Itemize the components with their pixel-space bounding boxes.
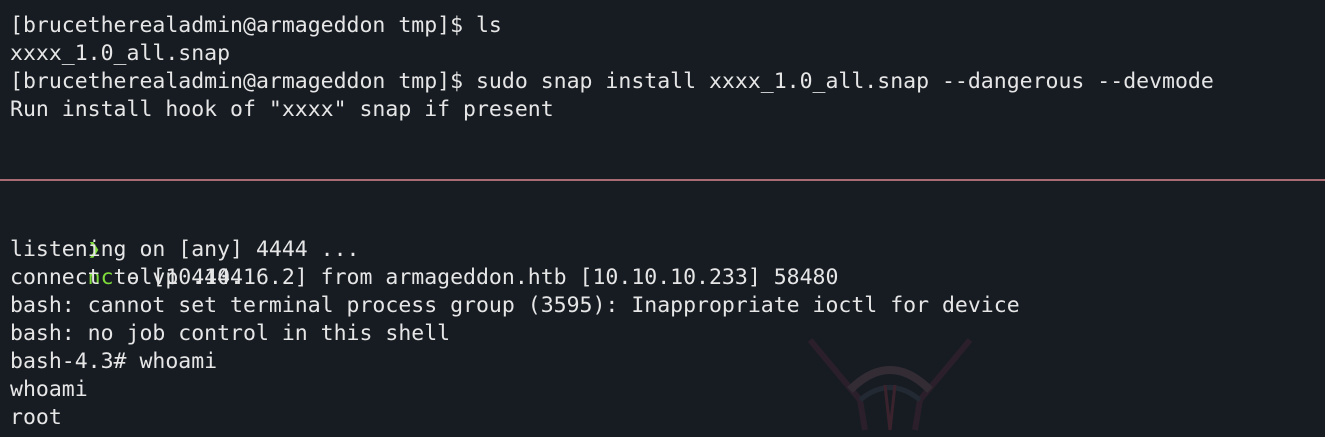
terminal-line: [brucetherealadmin@armageddon tmp]$ sudo… [10,69,1214,94]
bottom-terminal-pane[interactable]: ❯ nc -lvp 4444 listening on [any] 4444 .… [0,181,1325,437]
terminal-line: Run install hook of "xxxx" snap if prese… [10,97,554,122]
terminal-line: listening on [any] 4444 ... [10,237,360,262]
prompt-line: ❯ nc -lvp 4444 [10,208,243,290]
terminal-line: connect to [10.10.16.2] from armageddon.… [10,265,839,290]
wallpaper-watermark [807,338,973,431]
terminal-line: [brucetherealadmin@armageddon tmp]$ ls [10,13,502,38]
terminal-window[interactable]: [brucetherealadmin@armageddon tmp]$ ls x… [0,0,1325,437]
terminal-line: xxxx_1.0_all.snap [10,41,231,66]
terminal-line: bash-4.3# whoami [10,349,218,374]
terminal-line: bash: no job control in this shell [10,321,451,346]
terminal-line: root [10,405,62,430]
terminal-line: bash: cannot set terminal process group … [10,293,1020,318]
top-terminal-pane[interactable]: [brucetherealadmin@armageddon tmp]$ ls x… [0,0,1325,179]
terminal-line: whoami [10,377,88,402]
